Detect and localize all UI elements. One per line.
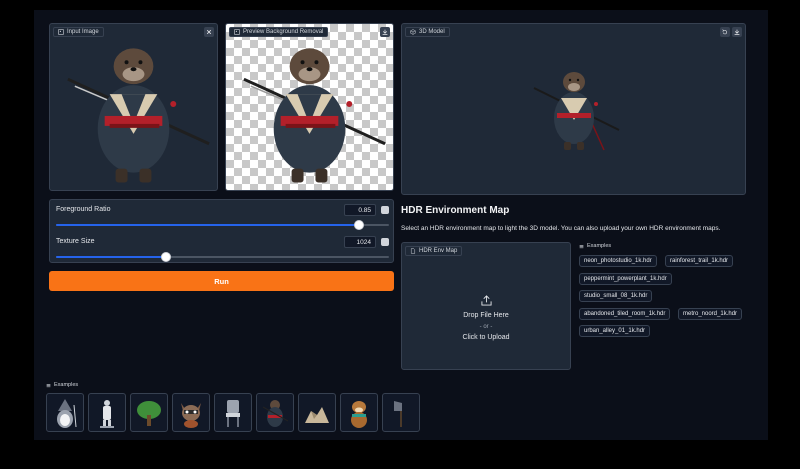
download-icon (734, 29, 740, 35)
list-icon (579, 244, 584, 248)
cube-icon (410, 29, 416, 35)
tree-icon (137, 400, 161, 426)
app-window: Input Image Preview Background Removal 3… (34, 10, 768, 440)
example-thumb-penguin-wizard[interactable] (46, 393, 84, 432)
clear-image-button[interactable] (204, 27, 214, 37)
example-thumb-axe[interactable] (382, 393, 420, 432)
hdr-example-peppermint-powerplant[interactable]: peppermint_powerplant_1k.hdr (579, 273, 672, 285)
download-icon (382, 29, 388, 35)
hdr-example-abandoned-tiled-room[interactable]: abandoned_tiled_room_1k.hdr (579, 308, 671, 320)
hdr-upload-dropzone[interactable]: HDR Env Map Drop File Here - or - Click … (401, 242, 571, 370)
texture-size-value[interactable]: 1024 (344, 236, 376, 248)
example-thumb-samurai-otter[interactable] (256, 393, 294, 432)
texture-size-slider[interactable]: Texture Size 1024 (56, 236, 389, 262)
input-image-panel[interactable]: Input Image (49, 23, 218, 191)
hdr-example-urban-alley[interactable]: urban_alley_01_1k.hdr (579, 325, 651, 337)
reset-icon[interactable] (381, 238, 389, 246)
example-thumb-raccoon[interactable] (172, 393, 210, 432)
undo-icon (722, 29, 728, 35)
hdr-examples-label: Examples (579, 243, 611, 249)
foreground-ratio-track[interactable] (56, 220, 389, 230)
texture-size-thumb[interactable] (160, 252, 171, 262)
hdr-title: HDR Environment Map (401, 205, 510, 216)
foreground-ratio-thumb[interactable] (354, 220, 365, 230)
drop-file-text: Drop File Here (463, 312, 509, 319)
hdr-example-metro-noord[interactable]: metro_noord_1k.hdr (678, 308, 743, 320)
chair-icon (226, 399, 240, 427)
otter-samurai-cutout-image (243, 48, 386, 183)
preview-label: Preview Background Removal (229, 27, 329, 37)
penguin-wizard-icon (57, 398, 77, 428)
otter-samurai-image (67, 48, 210, 183)
upload-icon (480, 295, 492, 306)
file-icon (410, 248, 416, 254)
image-icon (234, 29, 240, 35)
hdr-example-studio-small[interactable]: studio_small_08_1k.hdr (579, 290, 653, 302)
foreground-ratio-fill (56, 224, 360, 226)
example-thumb-tree[interactable] (130, 393, 168, 432)
example-thumb-statue[interactable] (88, 393, 126, 432)
close-icon (206, 29, 212, 35)
rocks-icon (305, 406, 329, 423)
hdr-example-rainforest-trail[interactable]: rainforest_trail_1k.hdr (665, 255, 734, 267)
preview-background-removal-panel: Preview Background Removal (225, 23, 394, 191)
axe-icon (394, 400, 402, 427)
3d-model-panel[interactable]: 3D Model (401, 23, 746, 195)
example-thumbnails (46, 393, 420, 432)
example-thumb-chair[interactable] (214, 393, 252, 432)
reset-icon[interactable] (381, 206, 389, 214)
example-thumb-otter[interactable] (340, 393, 378, 432)
click-to-upload-text: Click to Upload (462, 334, 510, 341)
3d-model-label: 3D Model (405, 27, 450, 37)
hdr-example-neon-photostudio[interactable]: neon_photostudio_1k.hdr (579, 255, 657, 267)
input-image-label: Input Image (53, 27, 104, 37)
texture-size-label: Texture Size (56, 238, 95, 245)
example-thumb-rocks[interactable] (298, 393, 336, 432)
reset-view-button[interactable] (720, 27, 730, 37)
foreground-ratio-value[interactable]: 0.85 (344, 204, 376, 216)
statue-icon (100, 399, 114, 428)
drop-instructions[interactable]: Drop File Here - or - Click to Upload (402, 295, 570, 344)
otter-icon (351, 400, 367, 428)
raccoon-icon (181, 402, 201, 428)
3d-otter-model[interactable] (524, 58, 624, 158)
hdr-description: Select an HDR environment map to light t… (401, 225, 721, 232)
hdr-env-map-label: HDR Env Map (405, 246, 463, 256)
foreground-ratio-slider[interactable]: Foreground Ratio 0.85 (56, 204, 389, 230)
examples-label: Examples (46, 382, 78, 388)
download-button[interactable] (380, 27, 390, 37)
texture-size-track[interactable] (56, 252, 389, 262)
or-text: - or - (479, 324, 493, 330)
texture-size-fill (56, 256, 166, 258)
image-icon (58, 29, 64, 35)
run-button[interactable]: Run (49, 271, 394, 291)
settings-panel: Foreground Ratio 0.85 Texture Size 1024 (49, 199, 394, 263)
foreground-ratio-label: Foreground Ratio (56, 206, 111, 213)
samurai-otter-icon (262, 399, 289, 427)
list-icon (46, 383, 51, 387)
download-model-button[interactable] (732, 27, 742, 37)
